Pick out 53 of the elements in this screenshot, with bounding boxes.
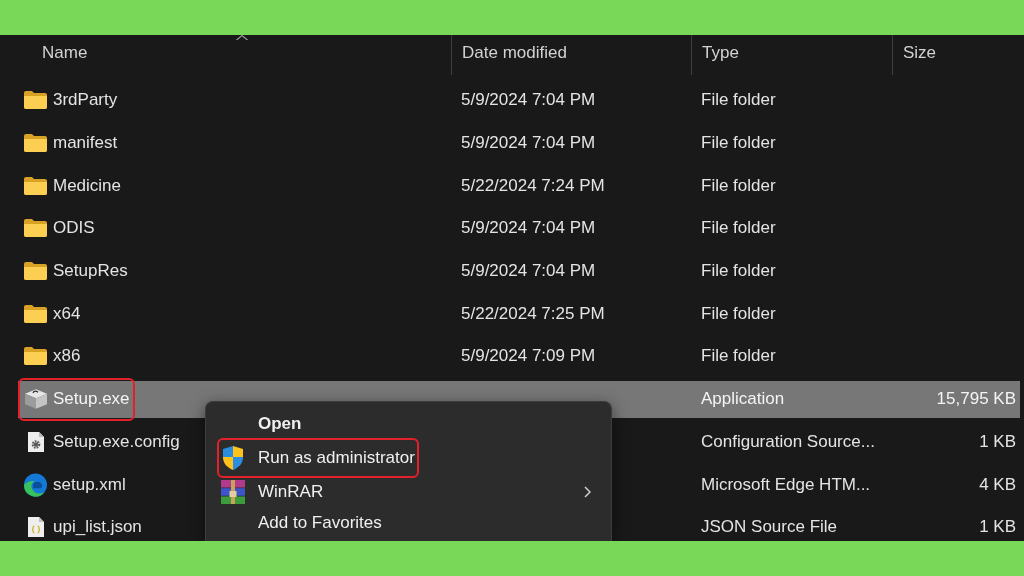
file-type: File folder <box>701 218 776 238</box>
menu-item[interactable]: Add to Favorites <box>210 507 607 540</box>
column-header[interactable]: Date modified <box>451 35 691 75</box>
file-name: x64 <box>53 303 81 324</box>
file-size: 1 KB <box>979 517 1016 537</box>
file-type: Application <box>701 389 785 409</box>
file-size: 15,795 KB <box>936 389 1016 409</box>
date-modified: 5/22/2024 7:24 PM <box>461 175 605 195</box>
file-type: Microsoft Edge HTM... <box>701 474 871 494</box>
date-modified: 5/9/2024 7:04 PM <box>461 133 596 153</box>
file-type: File folder <box>701 133 776 153</box>
file-name: setup.xml <box>53 474 126 495</box>
file-name: Setup.exe <box>53 389 130 410</box>
folder-icon <box>24 219 47 238</box>
folder-icon <box>24 176 47 195</box>
folder-icon <box>24 347 47 366</box>
date-modified: 5/9/2024 7:04 PM <box>461 261 596 281</box>
file-name: x86 <box>53 346 81 367</box>
braces-document-icon <box>27 517 44 538</box>
file-type: File folder <box>701 261 776 281</box>
column-header[interactable]: Size <box>892 35 1024 75</box>
folder-icon <box>24 304 47 323</box>
date-modified: 5/9/2024 7:09 PM <box>461 346 596 366</box>
column-header[interactable]: Name <box>0 35 451 75</box>
swirl-logo-icon <box>24 472 47 497</box>
file-size: 4 KB <box>979 474 1016 494</box>
file-name: 3rdParty <box>53 90 118 111</box>
date-modified: 5/22/2024 7:25 PM <box>461 303 605 323</box>
file-size: 1 KB <box>979 431 1016 451</box>
file-name: manifest <box>53 133 118 154</box>
gear-document-icon <box>27 431 44 452</box>
file-name: Setup.exe.config <box>53 431 180 452</box>
file-name: upi_list.json <box>53 517 142 538</box>
file-name: SetupRes <box>53 261 128 282</box>
books-stack-icon <box>221 480 245 505</box>
menu-item[interactable]: WinRAR <box>210 477 607 508</box>
file-name: ODIS <box>53 218 95 239</box>
shield-icon <box>222 446 244 471</box>
package-icon <box>24 389 47 410</box>
file-type: File folder <box>701 346 776 366</box>
file-type: File folder <box>701 175 776 195</box>
file-type: JSON Source File <box>701 517 838 537</box>
file-name: Medicine <box>53 175 122 196</box>
file-type: File folder <box>701 90 776 110</box>
date-modified: 5/9/2024 7:04 PM <box>461 90 596 110</box>
folder-icon <box>24 91 47 110</box>
menu-item[interactable]: Run as administrator <box>210 438 607 478</box>
folder-icon <box>24 134 47 153</box>
folder-icon <box>24 262 47 281</box>
file-type: File folder <box>701 303 776 323</box>
date-modified: 5/9/2024 7:04 PM <box>461 218 596 238</box>
file-type: Configuration Source... <box>701 431 875 451</box>
column-header[interactable]: Type <box>691 35 892 75</box>
